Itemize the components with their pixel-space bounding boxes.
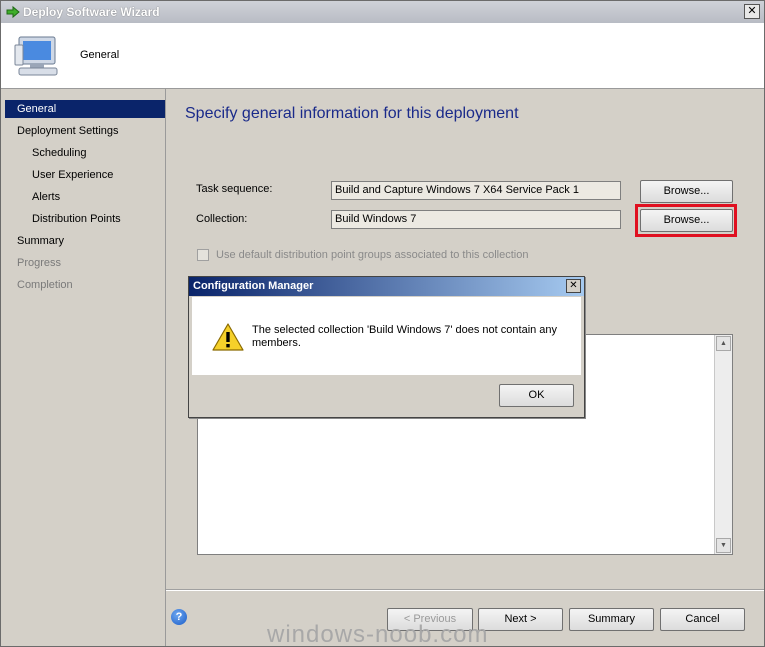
window-close-button[interactable]: ✕ bbox=[744, 4, 760, 19]
warning-icon bbox=[212, 323, 244, 351]
sidebar-item-scheduling[interactable]: Scheduling bbox=[5, 144, 165, 162]
scroll-down-icon[interactable]: ▼ bbox=[716, 538, 731, 553]
summary-button[interactable]: Summary bbox=[569, 608, 654, 631]
watermark-text: windows-noob.com bbox=[267, 621, 489, 647]
sidebar-item-summary[interactable]: Summary bbox=[5, 232, 165, 250]
deploy-software-wizard-window: Deploy Software Wizard ✕ General General… bbox=[0, 0, 765, 647]
vertical-scrollbar[interactable]: ▲ ▼ bbox=[714, 335, 732, 554]
task-sequence-field: Build and Capture Windows 7 X64 Service … bbox=[331, 181, 621, 200]
default-dp-groups-label: Use default distribution point groups as… bbox=[216, 249, 529, 261]
collection-field: Build Windows 7 bbox=[331, 210, 621, 229]
computer-icon bbox=[14, 36, 58, 76]
next-button[interactable]: Next > bbox=[478, 608, 563, 631]
collection-label: Collection: bbox=[196, 213, 248, 225]
dialog-ok-button[interactable]: OK bbox=[499, 384, 574, 407]
sidebar-item-completion: Completion bbox=[17, 279, 73, 291]
sidebar-item-user-experience[interactable]: User Experience bbox=[5, 166, 165, 184]
window-title: Deploy Software Wizard bbox=[23, 5, 160, 19]
sidebar-item-general[interactable]: General bbox=[5, 100, 165, 118]
cancel-button[interactable]: Cancel bbox=[660, 608, 745, 631]
page-title: Specify general information for this dep… bbox=[185, 105, 519, 122]
header-title: General bbox=[80, 49, 120, 61]
scroll-up-icon[interactable]: ▲ bbox=[716, 336, 731, 351]
red-highlight-box bbox=[635, 204, 737, 237]
wizard-header: General bbox=[1, 23, 764, 89]
browse-task-sequence-button[interactable]: Browse... bbox=[640, 180, 733, 203]
sidebar-item-progress: Progress bbox=[17, 257, 62, 269]
help-icon[interactable]: ? bbox=[171, 609, 187, 625]
dialog-body: The selected collection 'Build Windows 7… bbox=[192, 297, 581, 375]
sidebar-item-alerts[interactable]: Alerts bbox=[5, 188, 165, 206]
default-dp-groups-checkbox bbox=[197, 249, 209, 261]
sidebar-item-deployment-settings[interactable]: Deployment Settings bbox=[5, 122, 165, 140]
dialog-title: Configuration Manager bbox=[189, 277, 584, 296]
footer-divider bbox=[166, 589, 764, 591]
task-sequence-label: Task sequence: bbox=[196, 183, 273, 195]
title-bar: Deploy Software Wizard ✕ bbox=[1, 1, 764, 24]
sidebar-item-distribution-points[interactable]: Distribution Points bbox=[5, 210, 165, 228]
dialog-close-button[interactable]: ✕ bbox=[566, 279, 581, 293]
configuration-manager-dialog: Configuration Manager ✕ The selected col… bbox=[188, 276, 585, 418]
wizard-sidebar: General Deployment Settings Scheduling U… bbox=[1, 89, 166, 646]
dialog-message: The selected collection 'Build Windows 7… bbox=[252, 324, 558, 349]
green-arrow-icon bbox=[6, 5, 20, 19]
